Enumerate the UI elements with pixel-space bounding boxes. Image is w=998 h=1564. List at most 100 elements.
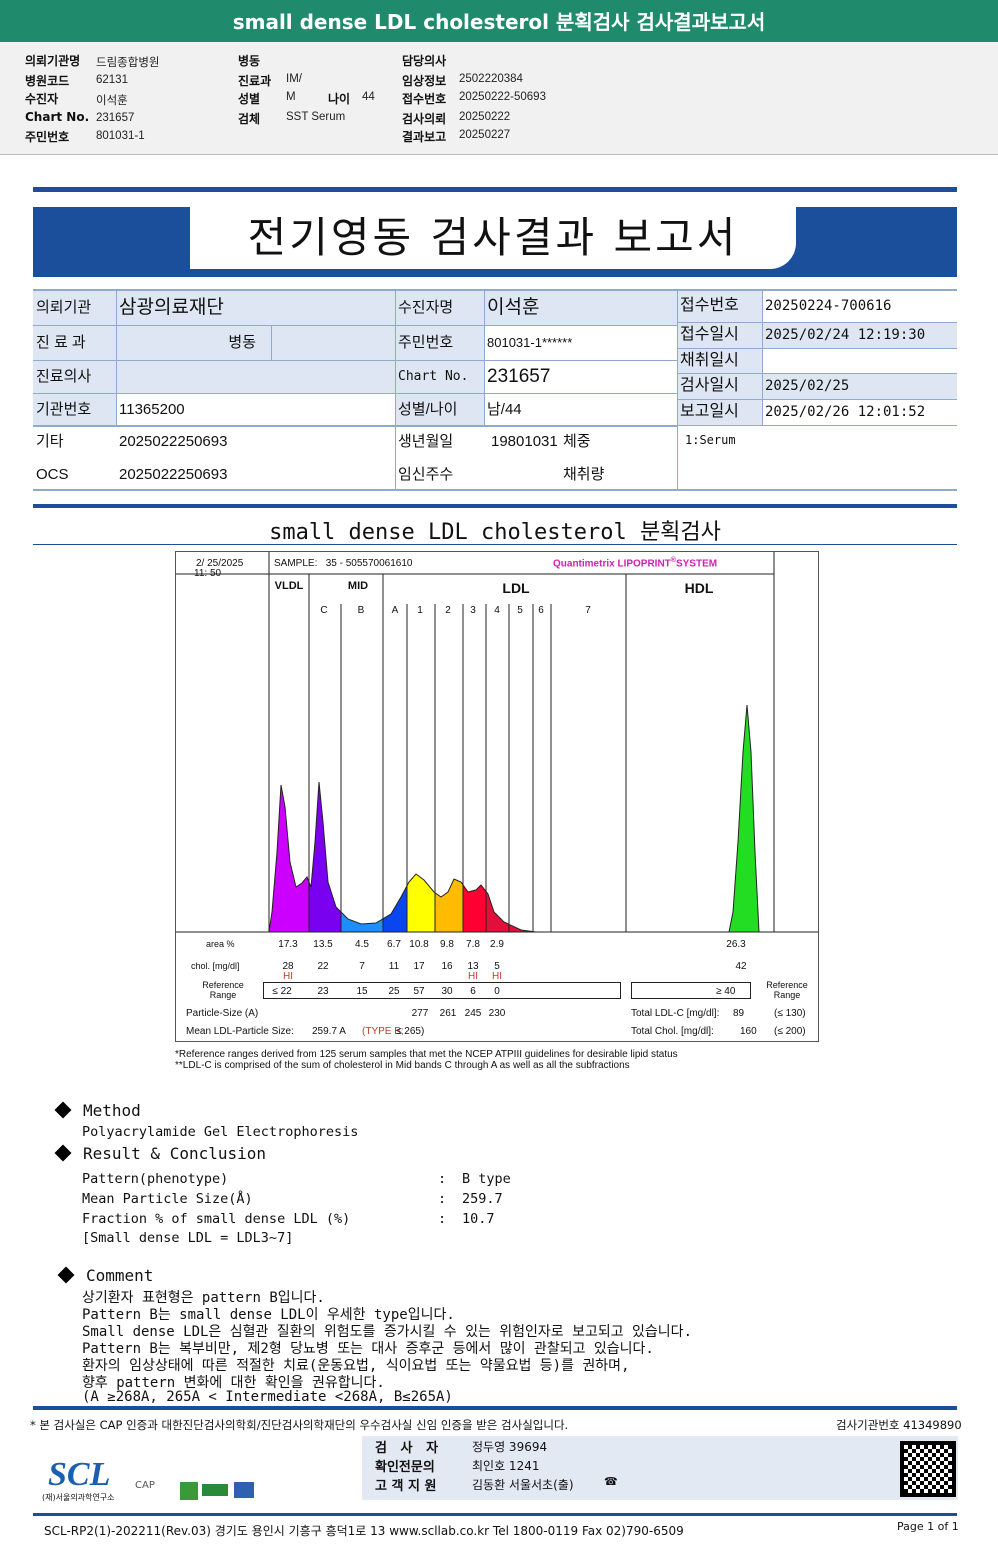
info-value: 이석훈 <box>96 95 128 107</box>
grid-line <box>762 289 763 425</box>
total-ldl: 89 <box>733 1008 745 1019</box>
ref-range-box <box>263 982 621 999</box>
hdl-chol: 42 <box>735 961 747 972</box>
divider <box>33 1513 957 1516</box>
group-label: HDL <box>684 580 714 596</box>
label: Chart No. <box>395 360 484 393</box>
value: 11365200 <box>119 400 185 418</box>
method-text: Polyacrylamide Gel Electrophoresis <box>82 1124 359 1140</box>
mean-ref: ≤ 265) <box>396 1026 425 1037</box>
staff-role: 검 사 자 <box>375 1441 439 1456</box>
label: 수진자명 <box>395 289 484 325</box>
value: 병동 <box>116 325 271 360</box>
grid-line <box>33 489 677 491</box>
band-label: 5 <box>517 605 523 616</box>
chol-value: 22 <box>317 961 329 972</box>
footnote: **LDL-C is comprised of the sum of chole… <box>175 1060 630 1071</box>
label: 성별/나이 <box>395 393 484 425</box>
grid-line <box>33 289 677 291</box>
grid-line <box>677 289 957 291</box>
row-label: chol. [mg/dl] <box>191 961 240 971</box>
hdl-reference-value: ≥ 40 <box>716 986 736 997</box>
staff-name: 최인호 1241 <box>472 1459 540 1473</box>
accreditation-logo <box>180 1482 198 1500</box>
info-value: IM/ <box>286 73 302 85</box>
info-value: 2502220384 <box>459 73 523 85</box>
divider <box>33 187 957 192</box>
divider <box>33 1406 957 1410</box>
area-value: 2.9 <box>490 939 504 950</box>
particle-size: 230 <box>488 1008 506 1019</box>
value: 채취량 <box>563 465 605 483</box>
diamond-bullet-icon <box>54 1101 72 1119</box>
grid-line <box>33 393 677 394</box>
result-key: Mean Particle Size(Å) <box>82 1191 253 1207</box>
grid-line <box>677 399 957 400</box>
grid-line <box>33 360 677 361</box>
total-chol-label: Total Chol. [mg/dl]: <box>631 1026 714 1037</box>
mean-size: 259.7 A <box>312 1026 346 1037</box>
group-label: VLDL <box>274 580 304 592</box>
value: 2025/02/26 12:01:52 <box>765 404 926 420</box>
area-value: 6.7 <box>387 939 401 950</box>
info-value: 드림종합병원 <box>96 57 160 69</box>
footnote: *Reference ranges derived from 125 serum… <box>175 1049 678 1060</box>
area-value: 4.5 <box>355 939 369 950</box>
chol-value: 7 <box>359 961 365 972</box>
info-label: 담당의사 <box>402 54 447 68</box>
result-note: [Small dense LDL = LDL3~7] <box>82 1230 294 1246</box>
info-label: 의뢰기관명 <box>25 54 81 68</box>
area-value: 17.3 <box>278 939 298 950</box>
group-label: MID <box>347 580 369 592</box>
grid-line <box>484 289 485 425</box>
value: 이석훈 <box>484 289 677 325</box>
grid-line <box>677 373 957 374</box>
staff-role: 고 객 지 원 <box>375 1479 437 1494</box>
band-fill-l2 <box>435 782 463 932</box>
band-label: 4 <box>494 605 500 616</box>
info-value: SST Serum <box>286 111 346 123</box>
info-label: 성별 <box>238 92 261 106</box>
staff-name: 정두영 39694 <box>472 1440 548 1454</box>
info-value: 20250222-50693 <box>459 91 546 103</box>
lipoprint-chart: 2/ 25/2025 11: 50 SAMPLE: 35 - 505570061… <box>175 551 819 1042</box>
grid-line <box>116 289 117 425</box>
report-title: 전기영동 검사결과 보고서 <box>247 213 739 262</box>
row-label: Reference Range <box>766 980 808 1000</box>
hdl-area: 26.3 <box>726 939 746 950</box>
label: 진료의사 <box>33 360 116 393</box>
value: 체중 <box>563 433 591 450</box>
hi-flag: HI <box>283 971 293 982</box>
info-label: Chart No. <box>25 110 90 124</box>
grid-line <box>677 322 957 323</box>
lab-number: 검사기관번호 41349890 <box>836 1418 962 1432</box>
area-value: 7.8 <box>466 939 480 950</box>
total-chol-ref: (≤ 200) <box>774 1026 806 1037</box>
band-label: 2 <box>445 605 451 616</box>
band-fill-b <box>341 782 383 932</box>
info-label: 접수번호 <box>402 92 447 106</box>
band-label: 3 <box>470 605 476 616</box>
value: 2025022250693 <box>119 465 228 483</box>
band-fill-a <box>383 782 407 932</box>
particle-size: 277 <box>411 1008 429 1019</box>
value: 2025022250693 <box>119 433 228 450</box>
label: 의뢰기관 <box>33 289 116 325</box>
band-label: C <box>320 605 328 616</box>
value: 남/44 <box>487 400 522 418</box>
staff-role: 확인전문의 <box>375 1460 435 1475</box>
info-label: 병원코드 <box>25 74 70 88</box>
band-fill-c <box>309 782 341 932</box>
chol-value: 11 <box>388 961 400 972</box>
info-value: 231657 <box>96 112 135 124</box>
chol-value: 16 <box>441 961 453 972</box>
label: 주민번호 <box>395 325 484 360</box>
chol-value: 17 <box>413 961 425 972</box>
cap-logo: CAP <box>135 1480 155 1491</box>
grid-line <box>33 425 677 427</box>
label: 기관번호 <box>36 400 92 418</box>
staff-name: 김동환 서울서초(출) <box>472 1478 574 1492</box>
result-key: Fraction % of small dense LDL (%) <box>82 1211 351 1227</box>
particle-size: 245 <box>464 1008 482 1019</box>
result-value: B type <box>462 1171 511 1187</box>
